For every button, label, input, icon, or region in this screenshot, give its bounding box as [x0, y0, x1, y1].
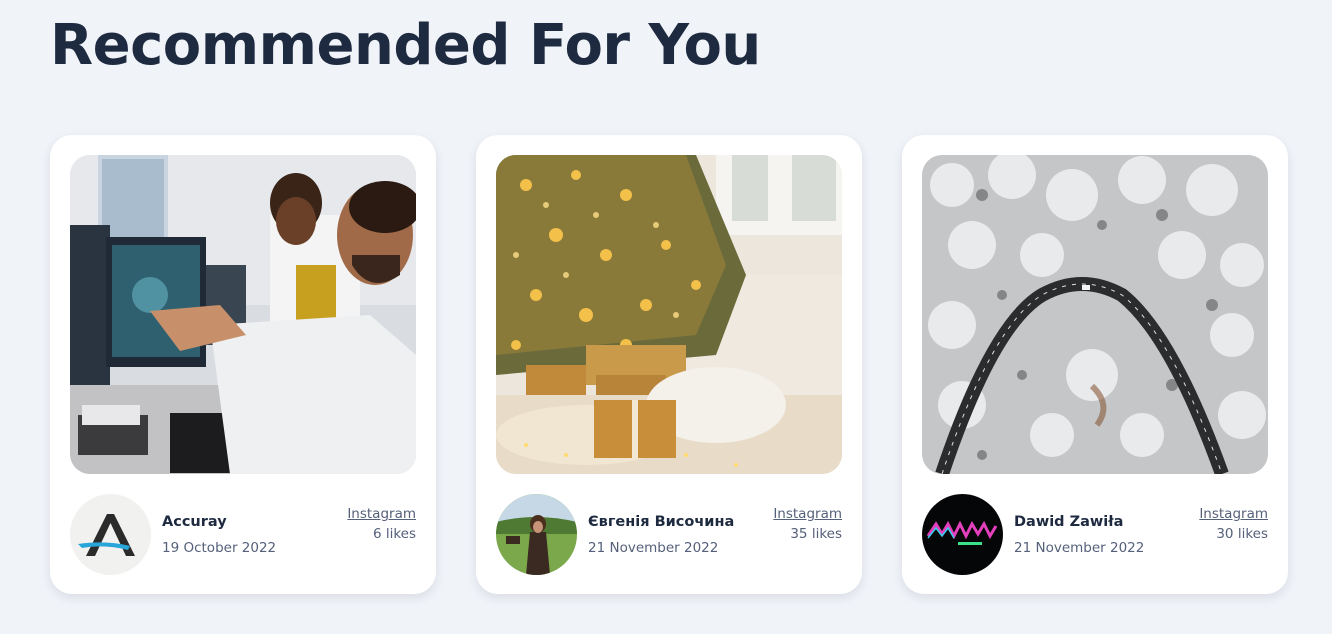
author-avatar[interactable]	[922, 494, 1003, 575]
post-card[interactable]: Євгенія Височина 21 November 2022 Instag…	[476, 135, 862, 594]
likes-count: 6 likes	[372, 526, 416, 542]
instagram-link[interactable]: Instagram	[1199, 506, 1268, 522]
page-title: Recommended For You	[50, 13, 761, 78]
post-date: 21 November 2022	[588, 540, 719, 556]
likes-count: 30 likes	[1216, 526, 1268, 542]
post-date: 21 November 2022	[1014, 540, 1145, 556]
post-footer: Accuray 19 October 2022 Instagram 6 like…	[70, 494, 416, 576]
author-avatar[interactable]	[70, 494, 151, 575]
post-image[interactable]	[496, 155, 842, 474]
post-footer: Dawid Zawiła 21 November 2022 Instagram …	[922, 494, 1268, 576]
post-footer: Євгенія Височина 21 November 2022 Instag…	[496, 494, 842, 576]
post-card[interactable]: Dawid Zawiła 21 November 2022 Instagram …	[902, 135, 1288, 594]
post-card[interactable]: Accuray 19 October 2022 Instagram 6 like…	[50, 135, 436, 594]
instagram-link[interactable]: Instagram	[773, 506, 842, 522]
post-date: 19 October 2022	[162, 540, 277, 556]
author-name[interactable]: Євгенія Височина	[588, 514, 734, 530]
author-name[interactable]: Accuray	[162, 514, 227, 530]
author-avatar[interactable]	[496, 494, 577, 575]
likes-count: 35 likes	[790, 526, 842, 542]
recommendations-list: Accuray 19 October 2022 Instagram 6 like…	[50, 135, 1288, 594]
post-image[interactable]	[70, 155, 416, 474]
post-image[interactable]	[922, 155, 1268, 474]
author-name[interactable]: Dawid Zawiła	[1014, 514, 1123, 530]
instagram-link[interactable]: Instagram	[347, 506, 416, 522]
